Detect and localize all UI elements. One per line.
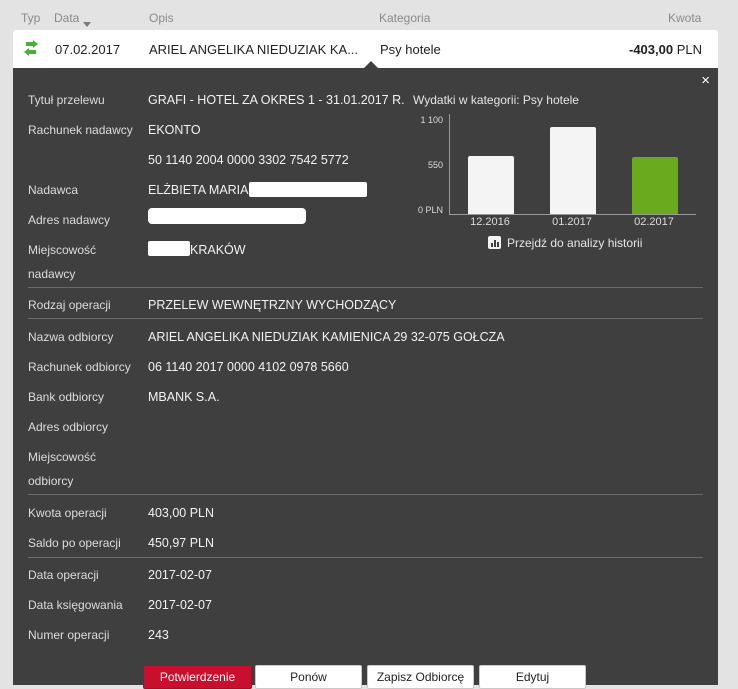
nadawca-value: ELŻBIETA MARIA [148,183,249,197]
rachunek-nadawcy-label: Rachunek nadawcy [28,123,133,137]
col-data-header[interactable]: Data [54,11,92,27]
redaction-mark [148,208,306,224]
rachunek-nadawcy-name: EKONTO [148,123,201,137]
col-opis-header[interactable]: Opis [149,11,174,25]
x-tick-label: 12.2016 [470,216,510,228]
transaction-row[interactable]: 07.02.2017 ARIEL ANGELIKA NIEDUZIAK KA..… [13,30,718,69]
data-operacji-label: Data operacji [28,568,99,582]
divider [28,287,703,288]
col-data-label: Data [54,11,80,25]
edit-button[interactable]: Edytuj [479,665,586,689]
transaction-date: 07.02.2017 [55,42,121,57]
chart-title: Wydatki w kategorii: Psy hotele [413,93,579,107]
bank-odbiorcy-label: Bank odbiorcy [28,390,105,404]
chart-bar-02.2017 [632,157,678,214]
nadawca-label: Nadawca [28,183,79,197]
rodzaj-value: PRZELEW WEWNĘTRZNY WYCHODZĄCY [148,298,397,312]
close-icon[interactable]: × [701,72,710,89]
amount-value: -403,00 [628,42,674,57]
confirmation-button[interactable]: Potwierdzenie [143,665,252,689]
spending-bar-chart [449,114,696,215]
numer-operacji-value: 243 [148,628,169,642]
rodzaj-label: Rodzaj operacji [28,298,111,312]
tytul-label: Tytuł przelewu [28,93,105,107]
adres-odbiorcy-label: Adres odbiorcy [28,420,109,434]
col-kategoria-header[interactable]: Kategoria [379,11,430,25]
x-tick-label: 02.2017 [634,216,674,228]
history-analysis-link[interactable]: Przejdź do analizy historii [488,234,642,252]
divider [28,318,703,319]
redaction-mark [148,241,190,256]
repeat-button[interactable]: Ponów [255,665,362,689]
transaction-amount: -403,00 PLN [629,42,702,57]
kwota-label: Kwota operacji [28,506,107,520]
kwota-value: 403,00 PLN [148,506,215,520]
saldo-value: 450,97 PLN [148,536,215,550]
table-header: Typ Data Opis Kategoria Kwota [0,0,738,30]
miejscowosc-nadawcy-label-1: Miejscowość [28,243,97,257]
saldo-label: Saldo po operacji [28,536,121,550]
adres-nadawcy-label: Adres nadawcy [28,213,111,227]
rachunek-nadawcy-number: 50 1140 2004 0000 3302 7542 5772 [148,153,349,167]
miejscowosc-nadawcy-label-2: nadawcy [28,267,76,281]
transaction-description: ARIEL ANGELIKA NIEDUZIAK KA... [149,42,359,57]
bank-odbiorcy-value: MBANK S.A. [148,390,220,404]
transaction-details-panel: × Tytuł przelewu GRAFI - HOTEL ZA OKRES … [13,68,718,689]
chart-bar-01.2017 [550,127,596,214]
transaction-category[interactable]: Psy hotele [380,42,441,57]
y-tick-label: 1 100 [420,115,443,125]
nazwa-odbiorcy-value: ARIEL ANGELIKA NIEDUZIAK KAMIENICA 29 32… [148,330,505,344]
miejscowosc-odbiorcy-label-1: Miejscowość [28,450,97,464]
chart-bar-12.2016 [468,156,514,214]
x-tick-label: 01.2017 [552,216,592,228]
nazwa-odbiorcy-label: Nazwa odbiorcy [28,330,114,344]
col-typ-header[interactable]: Typ [21,11,40,25]
y-tick-label: 550 [427,160,443,170]
amount-currency: PLN [676,42,702,57]
data-ksiegowania-value: 2017-02-07 [148,598,212,612]
transfer-out-icon [24,40,38,56]
sort-down-icon [83,22,92,27]
bar-chart-icon [488,236,501,249]
col-kwota-header[interactable]: Kwota [668,11,701,25]
redaction-mark [249,182,367,197]
rachunek-odbiorcy-value: 06 1140 2017 0000 4102 0978 5660 [148,360,349,374]
divider [28,494,703,495]
save-recipient-button[interactable]: Zapisz Odbiorcę [367,665,474,689]
miejscowosc-odbiorcy-label-2: odbiorcy [28,474,74,488]
rachunek-odbiorcy-label: Rachunek odbiorcy [28,360,131,374]
data-operacji-value: 2017-02-07 [148,568,212,582]
history-analysis-label: Przejdź do analizy historii [507,236,643,250]
miejscowosc-nadawcy-value: KRAKÓW [190,243,246,257]
data-ksiegowania-label: Data księgowania [28,598,123,612]
divider [28,557,703,558]
numer-operacji-label: Numer operacji [28,628,110,642]
tytul-value: GRAFI - HOTEL ZA OKRES 1 - 31.01.2017 R. [148,93,405,107]
y-tick-label: 0 PLN [417,205,443,215]
